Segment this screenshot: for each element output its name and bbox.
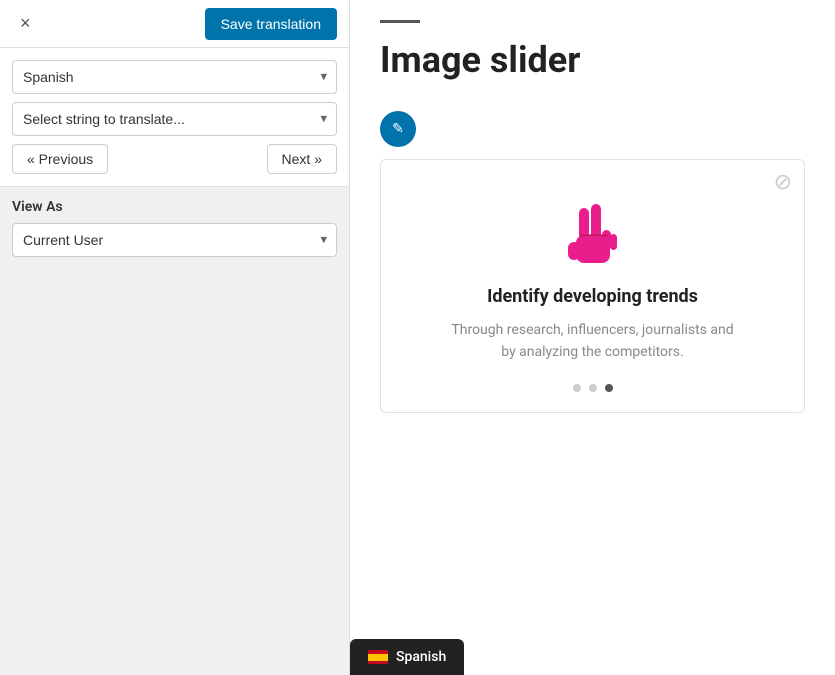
block-icon: ⊘: [774, 170, 792, 195]
previous-button[interactable]: « Previous: [12, 144, 108, 174]
view-as-select[interactable]: Current User Subscriber Administrator: [12, 223, 337, 257]
edit-circle-button[interactable]: ✎: [380, 111, 416, 147]
view-as-label: View As: [12, 199, 337, 215]
language-select-wrapper: Spanish French German Italian Portuguese: [12, 60, 337, 94]
right-panel: Image slider ✎ ⊘ Identify developing tre…: [350, 0, 835, 675]
next-button[interactable]: Next »: [267, 144, 337, 174]
slider-container: ⊘ Identify developing trends Through res…: [380, 159, 805, 413]
left-panel: × Save translation Spanish French German…: [0, 0, 350, 675]
top-bar: × Save translation: [0, 0, 349, 48]
language-badge-label: Spanish: [396, 649, 446, 665]
view-as-select-wrapper: Current User Subscriber Administrator: [12, 223, 337, 257]
language-select[interactable]: Spanish French German Italian Portuguese: [12, 60, 337, 94]
spanish-flag-icon: [368, 650, 388, 664]
dot-3-active: [605, 384, 613, 392]
language-badge[interactable]: Spanish: [350, 639, 464, 675]
save-translation-button[interactable]: Save translation: [205, 8, 337, 40]
page-title: Image slider: [380, 39, 805, 81]
string-to-translate-select[interactable]: Select string to translate...: [12, 102, 337, 136]
slide-title: Identify developing trends: [401, 286, 784, 307]
edit-pencil-icon: ✎: [392, 121, 404, 137]
controls-area: Spanish French German Italian Portuguese…: [0, 48, 349, 187]
dot-1: [573, 384, 581, 392]
next-label: Next »: [282, 151, 322, 167]
save-translation-label: Save translation: [221, 16, 321, 32]
previous-label: « Previous: [27, 151, 93, 167]
dot-2: [589, 384, 597, 392]
view-as-section: View As Current User Subscriber Administ…: [0, 187, 349, 277]
close-icon: ×: [20, 13, 31, 33]
page-divider: [380, 20, 420, 23]
peace-hand-icon: [558, 190, 628, 270]
string-select-wrapper: Select string to translate...: [12, 102, 337, 136]
slide-description: Through research, influencers, journalis…: [443, 319, 743, 364]
close-button[interactable]: ×: [12, 9, 39, 38]
nav-buttons: « Previous Next »: [12, 144, 337, 174]
slider-dots: [401, 384, 784, 392]
